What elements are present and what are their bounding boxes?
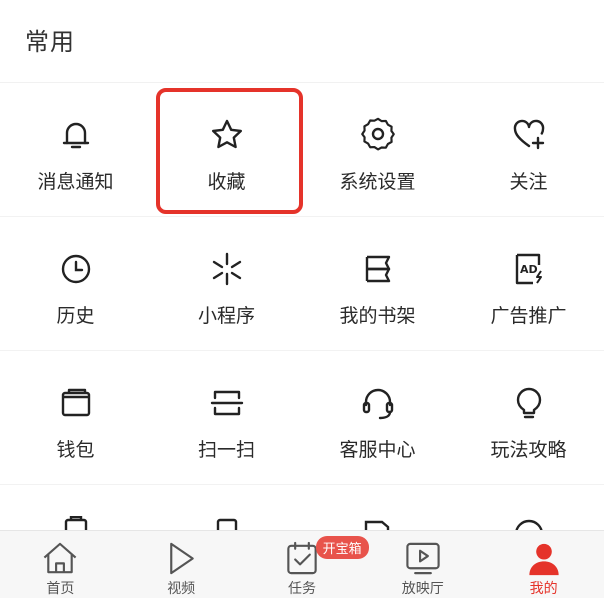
scan-item[interactable]: 扫一扫	[151, 351, 302, 484]
clock-icon	[56, 249, 96, 289]
treasure-box-badge[interactable]: 开宝箱	[315, 536, 369, 559]
item-label: 我的书架	[339, 305, 416, 327]
svg-text:AD: AD	[520, 263, 538, 276]
item-label: 广告推广	[490, 305, 567, 327]
ad-promotion-item[interactable]: AD 广告推广	[453, 217, 604, 350]
tab-cinema[interactable]: 放映厅	[362, 531, 483, 598]
tab-tasks[interactable]: 任务 开宝箱	[242, 531, 369, 598]
mini-program-item[interactable]: 小程序	[151, 217, 302, 350]
guide-item[interactable]: 玩法攻略	[453, 351, 604, 484]
bottom-tab-bar: 首页 视频 任务 开宝箱 放映厅 我的	[0, 530, 604, 598]
grid-row: 钱包 扫一扫 客服中心 玩法攻略	[0, 351, 604, 485]
item-label: 小程序	[197, 305, 255, 327]
item-label: 收藏	[207, 171, 246, 193]
heart-plus-icon	[509, 115, 549, 155]
tab-home[interactable]: 首页	[0, 531, 121, 598]
tab-label: 放映厅	[401, 581, 444, 597]
user-icon	[528, 543, 559, 576]
tab-video[interactable]: 视频	[121, 531, 242, 598]
item-label: 玩法攻略	[490, 439, 567, 461]
bookshelf-icon	[358, 249, 398, 289]
grid-row: 消息通知 收藏 系统设置 关注	[0, 83, 604, 217]
headset-icon	[358, 383, 398, 423]
item-label: 系统设置	[339, 171, 416, 193]
settings-item[interactable]: 系统设置	[302, 83, 453, 216]
tab-label: 任务	[287, 581, 316, 597]
tab-me[interactable]: 我的	[483, 531, 604, 598]
customer-service-item[interactable]: 客服中心	[302, 351, 453, 484]
wallet-icon	[56, 383, 96, 423]
item-label: 关注	[509, 171, 548, 193]
scan-icon	[207, 383, 247, 423]
home-icon	[44, 542, 77, 574]
follow-item[interactable]: 关注	[453, 83, 604, 216]
favorites-item[interactable]: 收藏	[151, 83, 302, 216]
mini-program-icon	[207, 249, 247, 289]
tab-label: 视频	[167, 581, 196, 597]
ad-icon: AD	[509, 249, 549, 289]
item-label: 扫一扫	[197, 439, 255, 461]
history-item[interactable]: 历史	[0, 217, 151, 350]
star-icon	[207, 115, 247, 155]
item-label: 历史	[56, 305, 95, 327]
bookshelf-item[interactable]: 我的书架	[302, 217, 453, 350]
tab-label: 我的	[529, 581, 558, 597]
tv-play-icon	[406, 542, 440, 575]
feature-grid: 消息通知 收藏 系统设置 关注 历史 小程序 我的书架 AD 广告推广 钱包 扫…	[0, 83, 604, 485]
play-icon	[170, 542, 194, 575]
gear-icon	[358, 115, 398, 155]
section-title: 常用	[25, 28, 75, 56]
item-label: 消息通知	[37, 171, 114, 193]
tab-label: 首页	[46, 581, 75, 597]
item-label: 客服中心	[339, 439, 416, 461]
wallet-item[interactable]: 钱包	[0, 351, 151, 484]
item-label: 钱包	[56, 439, 95, 461]
grid-row: 历史 小程序 我的书架 AD 广告推广	[0, 217, 604, 351]
notifications-item[interactable]: 消息通知	[0, 83, 151, 216]
bell-icon	[56, 115, 96, 155]
lightbulb-icon	[509, 383, 549, 423]
